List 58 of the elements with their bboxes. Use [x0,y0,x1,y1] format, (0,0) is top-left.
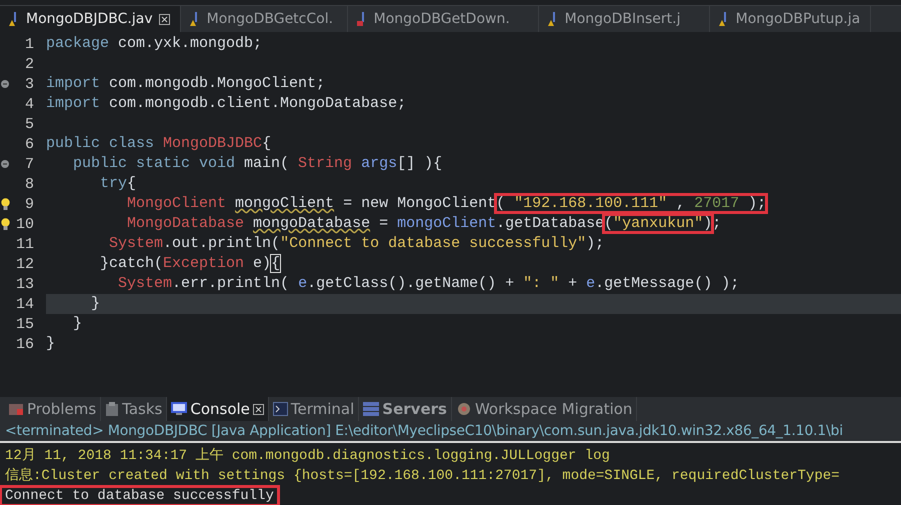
line-number: 14 [14,296,35,312]
line-number: 2 [24,56,35,72]
close-icon[interactable] [158,14,170,24]
line-number: 6 [24,136,35,152]
highlighted-code: ("yanxukun") [604,215,712,232]
line-number: 12 [14,256,35,272]
monitor-icon [171,402,188,416]
lightbulb-icon[interactable] [0,218,10,230]
migration-icon [456,402,472,416]
line-number: 8 [24,176,35,192]
editor-tab[interactable]: MongoDBInsert.j [538,6,710,32]
editor-tab[interactable]: MongoDBPutup.ja [710,6,872,32]
code-text: System.err.println( e.getClass().getName() + ": " + e.getMessage() ); [117,275,740,292]
problems-icon [8,402,24,416]
fold-icon[interactable] [1,80,9,88]
view-tab[interactable]: Console [167,397,269,421]
code-text: import com.mongodb.MongoClient; [46,75,326,92]
line-number: 13 [14,276,35,292]
code-text: } [90,295,100,312]
line-number: 16 [14,336,35,352]
line-number: 11 [14,236,35,252]
terminal-icon [272,402,288,416]
code-text: MongoDatabase mongoDatabase = mongoClient.getDatabase [126,215,604,232]
clipboard-icon [105,402,120,416]
fold-icon[interactable] [1,160,9,168]
code-text: System.out.println("Connect to database successfully"); [108,235,604,252]
code-text: ; [712,215,722,232]
code-text: } [72,315,82,332]
highlighted-code: ( "192.168.100.111" , 27017 ); [496,195,766,212]
console-output-line: Connect to database successfully [0,486,279,505]
line-number: 4 [24,96,35,112]
code-text: } [46,335,56,352]
line-number: 3 [24,76,35,92]
editor-tab[interactable]: MongoDBGetDown. [348,6,539,32]
line-number: 9 [24,196,35,212]
console-output-line: 信息:Cluster created with settings {hosts=[192.168.100.111:27017], mode=SINGLE, requiredClusterType= [4,468,841,484]
close-icon[interactable] [252,404,264,414]
code-text: import com.mongodb.client.MongoDatabase; [46,95,406,112]
line-number: 15 [14,316,35,332]
line-number: 7 [24,156,35,172]
line-number: 10 [14,216,35,232]
editor-tab[interactable]: MongoDBGetcCol. [180,6,348,32]
server-stack-icon [363,402,380,416]
line-number: 5 [24,116,35,132]
code-text: package com.yxk.mongodb; [46,35,262,52]
lightbulb-icon[interactable] [0,198,10,210]
code-text: public static void main( String args[] ){ [72,155,442,172]
code-text: MongoClient mongoClient = new MongoClient [126,195,496,212]
view-tab[interactable]: Problems [4,397,102,421]
view-tab[interactable]: Servers [359,397,452,421]
code-text: }catch(Exception e){ [99,255,280,272]
view-tab[interactable]: Terminal [268,397,360,421]
code-text: public class MongoDBJDBC{ [46,135,272,152]
line-number: 1 [24,36,35,52]
editor-tab[interactable]: MongoDBJDBC.jav [0,6,181,32]
code-text: try{ [99,175,136,192]
console-output-line: 12月 11, 2018 11:34:17 上午 com.mongodb.diagnostics.logging.JULLogger log [4,448,611,464]
view-tab[interactable]: Workspace Migration [452,397,638,421]
